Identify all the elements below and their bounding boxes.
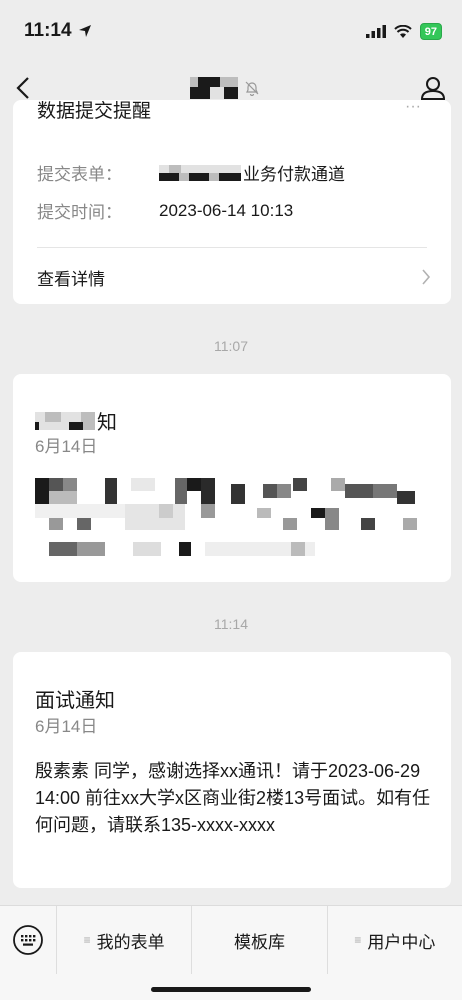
card-title: 知	[35, 406, 117, 435]
profile-button[interactable]	[420, 76, 446, 100]
form-value-redaction	[159, 164, 241, 181]
card-title: 数据提交提醒	[37, 101, 152, 122]
time-separator: 11:07	[214, 338, 248, 354]
time-label: 提交时间：	[37, 203, 122, 222]
form-label: 提交表单：	[37, 165, 122, 184]
status-time: 11:14	[24, 20, 92, 42]
menu-my-forms[interactable]: ≡ 我的表单	[56, 906, 191, 974]
view-details-link[interactable]: 查看详情	[37, 260, 431, 294]
menu-label: 模板库	[233, 932, 285, 952]
card-date: 6月14日	[35, 437, 98, 456]
time-row: 提交时间： 2023-06-14 10:13	[37, 198, 293, 223]
title-redaction	[35, 411, 95, 430]
more-icon[interactable]: ···	[405, 100, 421, 116]
menu-label: 我的表单	[96, 932, 165, 952]
interview-card[interactable]: 面试通知 6月14日 殷素素 同学，感谢选择xx通讯！请于2023-06-29 …	[13, 652, 451, 888]
time-value: 2023-06-14 10:13	[159, 200, 294, 220]
form-value: 业务付款通道	[159, 160, 345, 185]
card-title: 面试通知	[35, 690, 115, 712]
home-indicator	[151, 987, 311, 992]
location-arrow-icon	[78, 25, 91, 37]
keyboard-toggle-button[interactable]	[0, 906, 56, 974]
divider	[37, 247, 427, 248]
submission-card: 数据提交提醒 ··· 提交表单： 业务付款通道 提交时间： 2023-06-14…	[13, 100, 451, 304]
chat-title	[190, 77, 260, 99]
status-icons: 97	[365, 22, 442, 40]
notice-card[interactable]: 知 6月14日	[13, 374, 451, 582]
menu-list-icon: ≡	[354, 933, 362, 947]
signal-icon	[365, 24, 386, 38]
card-date: 6月14日	[35, 717, 98, 736]
redacted-content	[35, 478, 435, 558]
view-details-label: 查看详情	[37, 269, 105, 289]
form-row: 提交表单： 业务付款通道	[37, 160, 345, 185]
keyboard-icon	[13, 925, 43, 955]
card-body: 殷素素 同学，感谢选择xx通讯！请于2023-06-29 14:00 前往xx大…	[35, 761, 431, 835]
menu-user-center[interactable]: ≡ 用户中心	[326, 906, 462, 974]
clock-label: 11:14	[24, 20, 72, 41]
back-button[interactable]	[16, 76, 30, 100]
menu-template-library[interactable]: 模板库	[191, 906, 326, 974]
bell-slash-icon	[245, 81, 259, 96]
menu-label: 用户中心	[367, 932, 436, 952]
battery-indicator: 97	[419, 22, 442, 40]
menu-row: ≡ 我的表单 模板库 ≡ 用户中心	[0, 906, 462, 974]
wifi-icon	[394, 24, 412, 38]
menu-list-icon: ≡	[83, 933, 91, 947]
status-bar: 11:14 97	[0, 0, 462, 62]
card-title-text: 知	[97, 412, 117, 434]
title-redaction	[190, 77, 238, 99]
bottom-menu-bar: ≡ 我的表单 模板库 ≡ 用户中心	[0, 905, 462, 1000]
chevron-right-icon	[422, 269, 431, 285]
form-value-text: 业务付款通道	[243, 165, 345, 184]
time-separator: 11:14	[214, 616, 248, 632]
